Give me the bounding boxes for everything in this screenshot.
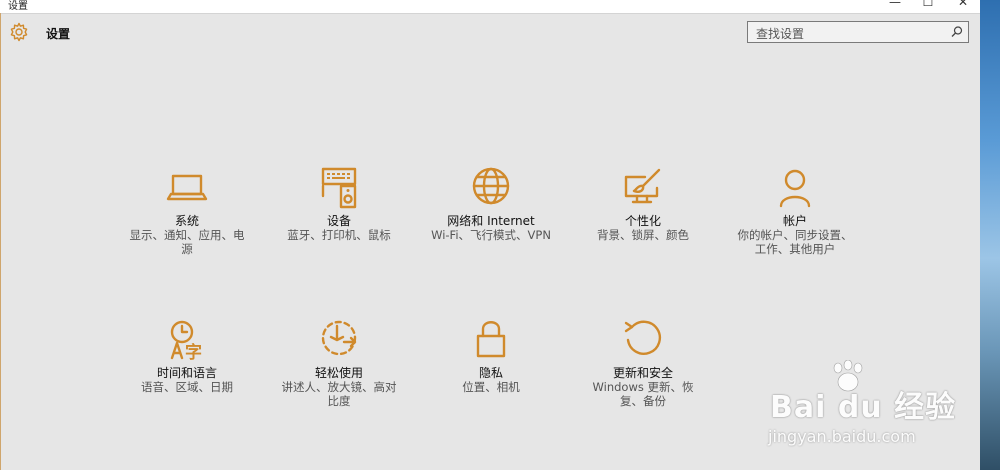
title-bar: 设置 — ☐ ✕ [0,0,980,14]
tile-personalization[interactable]: 个性化 背景、锁屏、颜色 [578,166,708,276]
globe-icon [472,167,510,205]
tile-description: 显示、通知、应用、电源 [129,228,245,256]
lock-icon [476,321,506,358]
desktop-wallpaper-edge [980,0,1000,470]
tile-label: 轻松使用 [314,366,363,380]
tile-description: 你的帐户、同步设置、工作、其他用户 [737,228,853,256]
tile-accounts[interactable]: 帐户 你的帐户、同步设置、工作、其他用户 [730,166,860,276]
minimize-button[interactable]: — [882,0,908,11]
devices-icon [321,167,357,209]
tile-label: 时间和语言 [156,366,217,380]
maximize-button[interactable]: ☐ [915,0,941,11]
time-language-icon: 字 [170,320,202,362]
tile-devices[interactable]: 设备 蓝牙、打印机、鼠标 [274,166,404,276]
tile-description: 语音、区域、日期 [141,380,233,394]
tile-label: 隐私 [478,366,503,380]
tile-label: 设备 [326,214,351,228]
tile-system[interactable]: 系统 显示、通知、应用、电源 [122,166,252,276]
paint-icon [624,168,661,204]
tile-privacy[interactable]: 隐私 位置、相机 [426,318,556,428]
tile-description: Wi-Fi、飞行模式、VPN [431,228,551,242]
tile-network[interactable]: 网络和 Internet Wi-Fi、飞行模式、VPN [426,166,556,276]
watermark-logo-text: Bai du 经验 [770,390,957,425]
tile-label: 更新和安全 [612,366,673,380]
tile-description: Windows 更新、恢复、备份 [592,380,694,408]
tile-description: 位置、相机 [462,380,520,394]
tile-ease-of-access[interactable]: 轻松使用 讲述人、放大镜、高对比度 [274,318,404,428]
person-icon [779,169,811,208]
close-button[interactable]: ✕ [950,0,976,11]
ease-of-access-icon [321,320,357,356]
tile-description: 蓝牙、打印机、鼠标 [287,228,391,242]
laptop-icon [166,174,208,201]
gear-icon [10,22,28,42]
search-box[interactable]: 查找设置 [747,21,969,43]
tile-label: 帐户 [782,214,807,228]
tile-time-language[interactable]: 字 时间和语言 语音、区域、日期 [122,318,252,428]
baidu-watermark: Bai du 经验 jingyan.baidu.com [762,360,977,460]
tile-label: 系统 [174,214,199,228]
tile-label: 个性化 [624,214,661,228]
tile-description: 背景、锁屏、颜色 [597,228,689,242]
page-title: 设置 [46,27,71,41]
tile-label: 网络和 Internet [447,214,535,228]
watermark-url: jingyan.baidu.com [768,427,916,446]
update-icon [624,320,661,355]
tile-update-security[interactable]: 更新和安全 Windows 更新、恢复、备份 [578,318,708,428]
search-icon[interactable] [950,25,964,39]
svg-text:字: 字 [185,342,202,362]
window-title: 设置 [8,1,28,12]
tile-description: 讲述人、放大镜、高对比度 [281,380,397,408]
search-input[interactable]: 查找设置 [756,25,804,42]
